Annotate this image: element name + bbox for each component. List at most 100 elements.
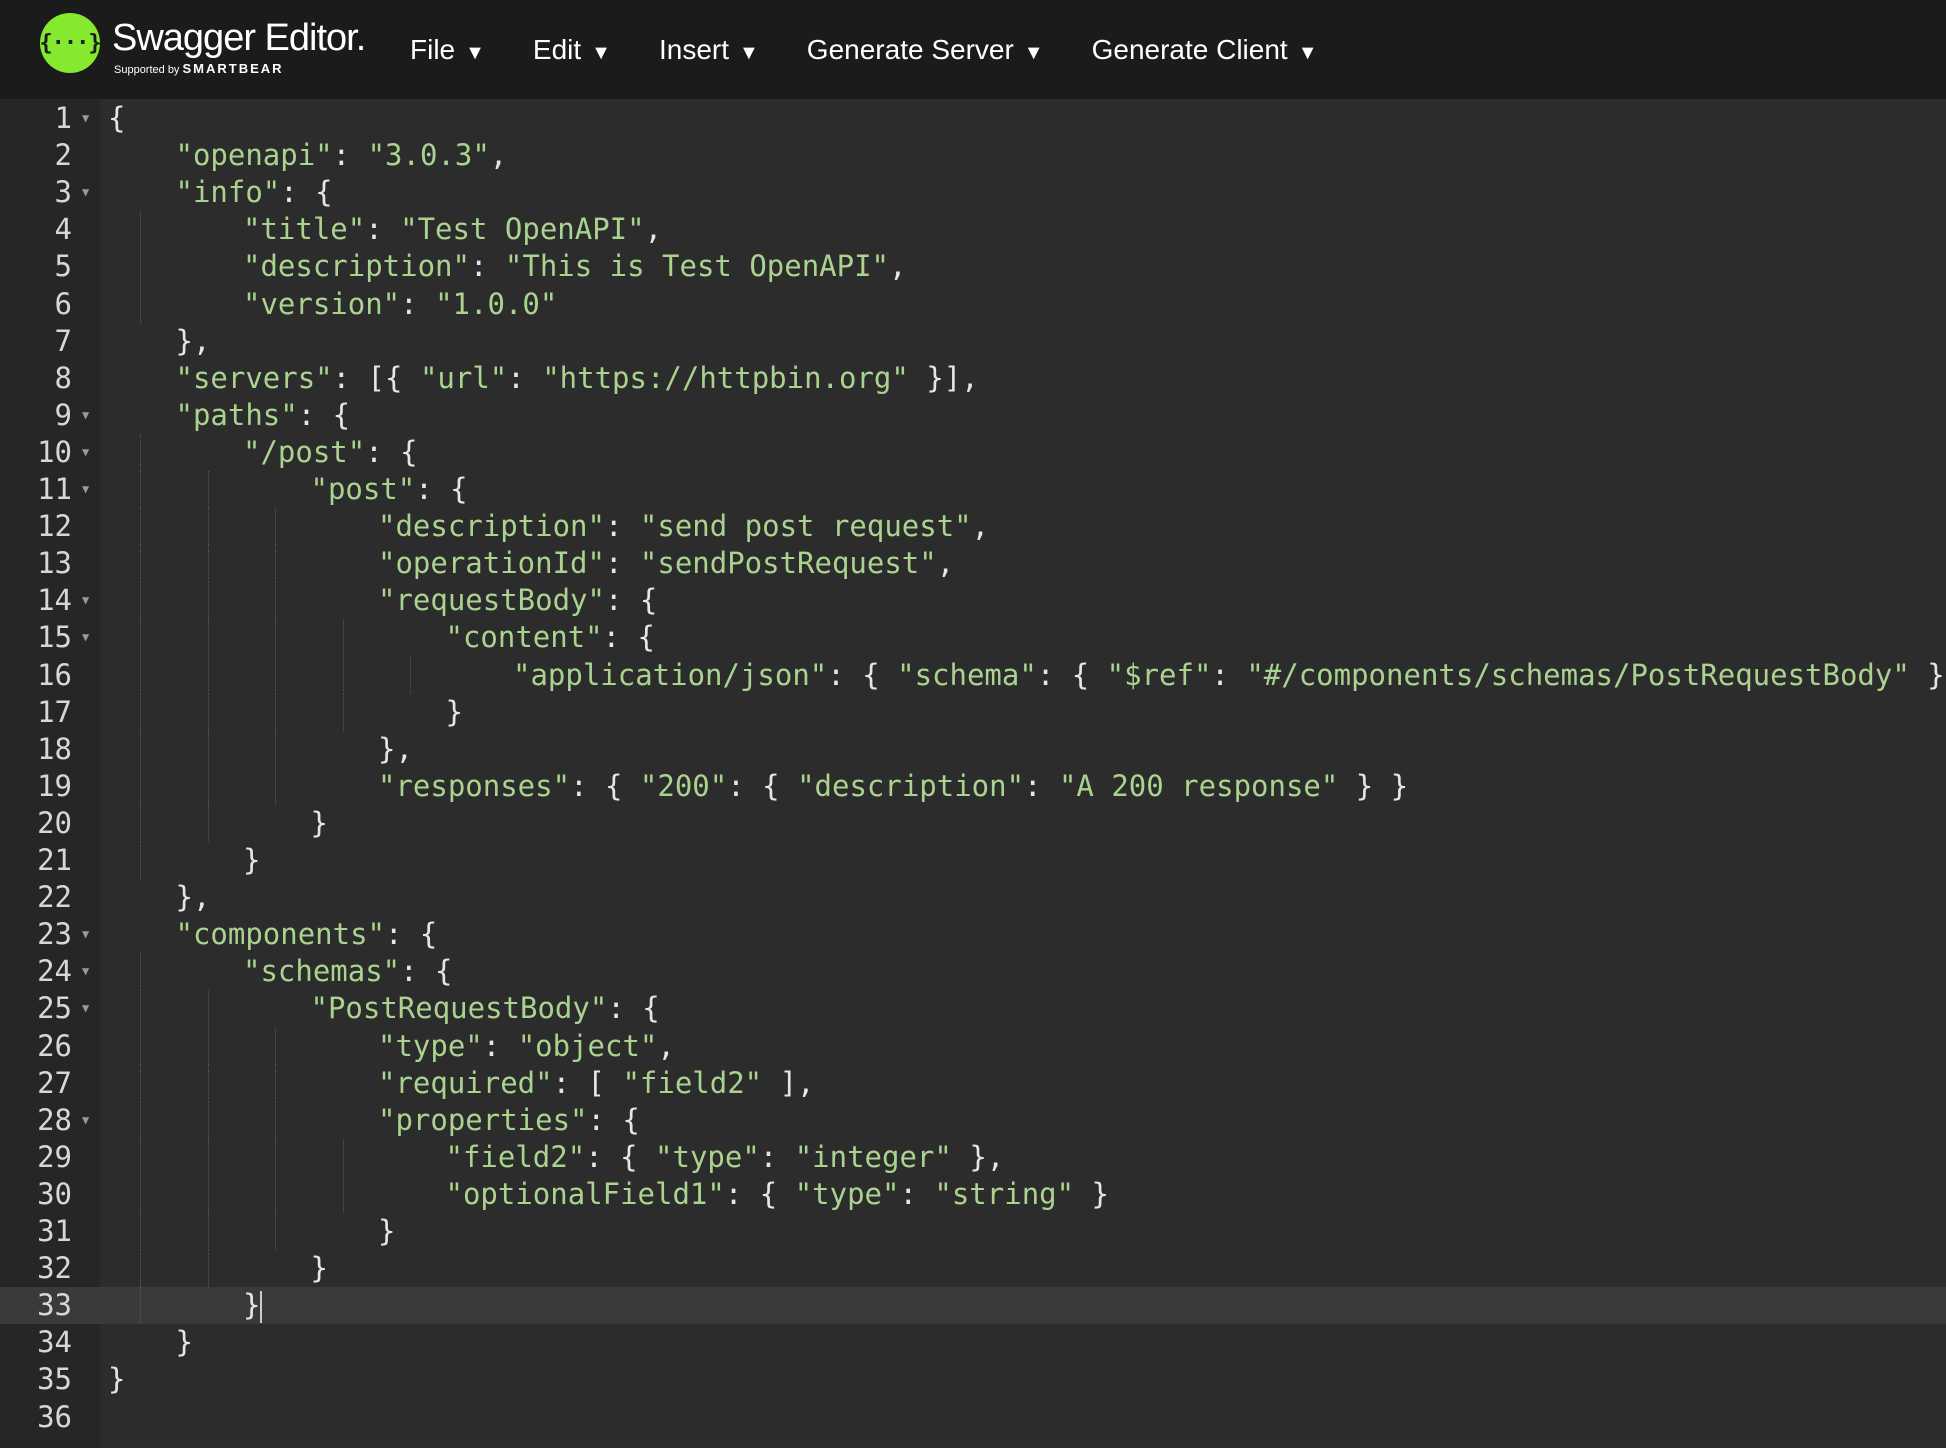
indent-guide — [275, 508, 276, 546]
code-text: "requestBody": { — [378, 583, 658, 618]
indent-guide — [207, 508, 209, 546]
fold-arrow-icon[interactable]: ▼ — [82, 1102, 89, 1139]
line-number: 28 — [37, 1102, 72, 1137]
code-text: }, — [378, 731, 413, 766]
code-line[interactable]: 6 "version": "1.0.0" — [0, 285, 1946, 323]
indent-guide — [207, 730, 209, 768]
code-line[interactable]: 27 "required": [ "field2" ], — [0, 1064, 1946, 1102]
menu-file[interactable]: File ▼ — [410, 34, 485, 66]
code-text: } — [310, 805, 328, 840]
indent-guide — [207, 1101, 209, 1139]
menu-insert[interactable]: Insert ▼ — [659, 34, 759, 66]
code-line[interactable]: 13 "operationId": "sendPostRequest", — [0, 545, 1946, 583]
indent-guide — [342, 619, 344, 657]
app-title: Swagger Editor. — [112, 17, 366, 59]
code-line[interactable]: 29 "field2": { "type": "integer" }, — [0, 1138, 1946, 1176]
indent-guide — [207, 545, 209, 583]
code-line[interactable]: 36 — [0, 1399, 1946, 1436]
code-line[interactable]: 2 "openapi": "3.0.3", — [0, 137, 1946, 174]
indent-guide — [207, 767, 209, 805]
code-line[interactable]: 32} — [0, 1250, 1946, 1288]
code-line[interactable]: 19 "responses": { "200": { "description":… — [0, 767, 1946, 805]
fold-arrow-icon[interactable]: ▼ — [82, 471, 89, 508]
line-number: 16 — [37, 657, 72, 692]
code-line[interactable]: 18}, — [0, 730, 1946, 768]
code-line[interactable]: 10 ▼ "/post": { — [0, 433, 1946, 471]
code-line[interactable]: 12 "description": "send post request", — [0, 508, 1946, 546]
line-number: 29 — [37, 1139, 72, 1174]
indent-guide — [207, 582, 209, 620]
code-line[interactable]: 30 "optionalField1": { "type": "string" } — [0, 1175, 1946, 1213]
code-line[interactable]: 26 "type": "object", — [0, 1027, 1946, 1065]
caret-down-icon: ▼ — [1297, 41, 1318, 64]
indent-guide — [207, 619, 209, 657]
indent-guide — [140, 1138, 141, 1176]
indent-guide — [140, 990, 141, 1028]
code-line[interactable]: 17} — [0, 693, 1946, 731]
line-number: 1 — [54, 101, 72, 135]
fold-arrow-icon[interactable]: ▼ — [82, 100, 89, 137]
code-line[interactable]: 24 ▼ "schemas": { — [0, 953, 1946, 991]
fold-arrow-icon[interactable]: ▼ — [82, 916, 89, 953]
indent-guide — [140, 1287, 141, 1325]
code-line[interactable]: 20} — [0, 804, 1946, 842]
code-line[interactable]: 35} — [0, 1361, 1946, 1398]
code-text: } — [243, 843, 261, 877]
swagger-logo[interactable]: {···} Swagger Editor. Supported by SMART… — [39, 13, 366, 76]
indent-guide — [342, 1138, 344, 1176]
indent-guide — [140, 211, 141, 249]
code-line[interactable]: 1 ▼ { — [0, 100, 1946, 137]
code-line[interactable]: 4 "title": "Test OpenAPI", — [0, 211, 1946, 249]
code-text: }, — [175, 880, 211, 915]
code-line[interactable]: 31} — [0, 1213, 1946, 1250]
code-line[interactable]: 22}, — [0, 879, 1946, 916]
code-line[interactable]: 3 ▼ "info": { — [0, 174, 1946, 211]
indent-guide — [342, 656, 344, 694]
fold-arrow-icon[interactable]: ▼ — [82, 619, 89, 656]
fold-arrow-icon[interactable]: ▼ — [82, 582, 89, 619]
fold-arrow-icon[interactable]: ▼ — [82, 397, 89, 434]
line-number: 27 — [37, 1065, 72, 1100]
code-text: } — [378, 1214, 396, 1248]
line-number: 15 — [37, 620, 72, 655]
menu-generate-server[interactable]: Generate Server ▼ — [807, 34, 1044, 66]
line-number: 26 — [37, 1028, 72, 1063]
code-line[interactable]: 9 ▼ "paths": { — [0, 397, 1946, 434]
indent-guide — [275, 1175, 276, 1213]
line-number: 10 — [37, 434, 72, 469]
code-line[interactable]: 11 ▼ "post": { — [0, 471, 1946, 508]
fold-arrow-icon[interactable]: ▼ — [82, 953, 89, 990]
fold-arrow-icon[interactable]: ▼ — [82, 990, 89, 1027]
indent-guide — [140, 433, 141, 471]
menu-generate-client[interactable]: Generate Client ▼ — [1092, 34, 1318, 66]
code-line[interactable]: 21} — [0, 842, 1946, 879]
fold-arrow-icon[interactable]: ▼ — [82, 174, 89, 211]
code-line[interactable]: 33} — [0, 1287, 1946, 1325]
code-line[interactable]: 16 "application/json": { "schema": { "$re… — [0, 656, 1946, 694]
line-number: 12 — [37, 509, 72, 544]
code-line[interactable]: 7}, — [0, 323, 1946, 360]
code-text: "required": [ "field2" ], — [378, 1065, 815, 1100]
code-line[interactable]: 34} — [0, 1324, 1946, 1361]
code-line[interactable]: 8 "servers": [{ "url": "https://httpbin.o… — [0, 360, 1946, 397]
indent-guide — [207, 1064, 209, 1102]
code-text: "responses": { "200": { "description": "… — [378, 768, 1409, 803]
caret-down-icon: ▼ — [591, 41, 611, 64]
indent-guide — [140, 545, 141, 583]
menu-edit[interactable]: Edit ▼ — [533, 34, 611, 66]
line-number: 8 — [54, 360, 72, 395]
code-line[interactable]: 23 ▼ "components": { — [0, 916, 1946, 953]
code-line[interactable]: 14 ▼ "requestBody": { — [0, 582, 1946, 620]
code-line[interactable]: 28 ▼ "properties": { — [0, 1101, 1946, 1139]
code-editor[interactable]: 1 ▼ {2 "openapi": "3.0.3", 3 ▼ "info": {4 "titl… — [0, 99, 1946, 1448]
line-number: 2 — [54, 138, 72, 173]
indent-guide — [275, 582, 276, 620]
indent-guide — [207, 1250, 209, 1288]
line-number: 34 — [37, 1325, 72, 1360]
code-text: }, — [175, 323, 211, 358]
code-line[interactable]: 5 "description": "This is Test OpenAPI", — [0, 248, 1946, 286]
code-text: "post": { — [310, 472, 468, 506]
code-line[interactable]: 25 ▼ "PostRequestBody": { — [0, 990, 1946, 1028]
code-line[interactable]: 15 ▼ "content": { — [0, 619, 1946, 657]
fold-arrow-icon[interactable]: ▼ — [82, 434, 89, 471]
